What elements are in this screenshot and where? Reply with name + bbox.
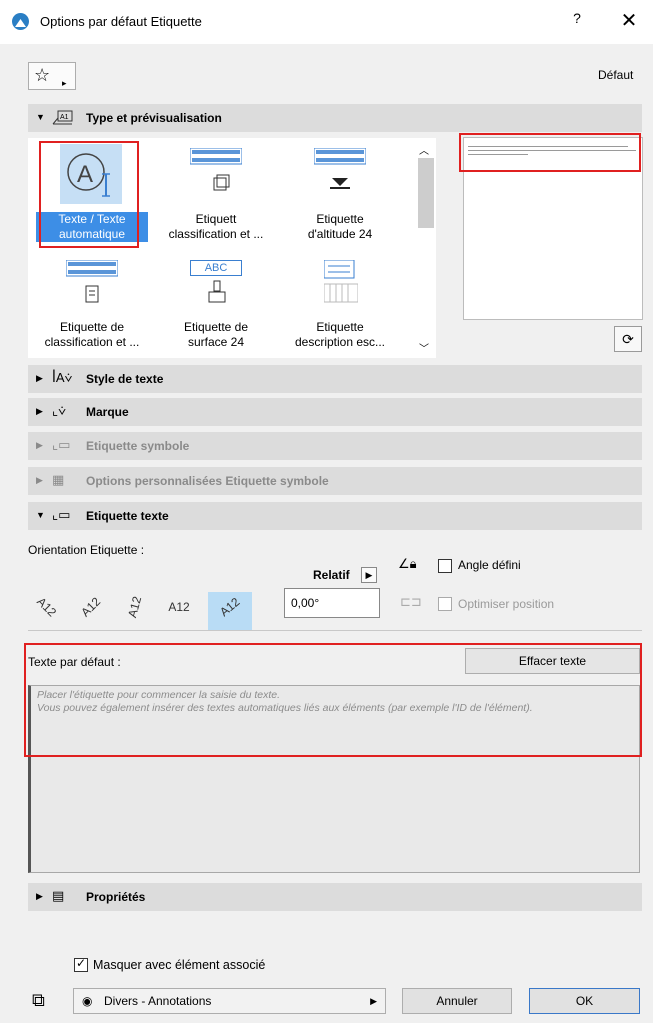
check-icon: ✓ [76,956,87,970]
gallery-item-escalier[interactable]: Etiquette description esc... [284,256,396,356]
classification-label-icon [190,148,242,191]
expand-icon: ▶ [36,891,43,901]
label-tool-icon: A1 [52,109,74,128]
section-label: Propriétés [86,890,146,904]
preset-name: Défaut [598,68,634,82]
relatif-label: Relatif [313,568,350,582]
svg-text:A1: A1 [60,114,69,121]
section-style-texte[interactable]: ▶ ꟾA⩒ Style de texte [28,365,642,393]
scroll-down-icon[interactable]: ﹀ [419,340,429,355]
optimiser-position-checkbox[interactable] [438,597,452,611]
close-button[interactable]: ✕ [614,8,644,32]
optimize-position-icon: ⊏⊐ [400,594,422,609]
gallery-item-label: description esc... [294,335,386,349]
text-style-icon: ꟾA⩒ [52,370,73,385]
brush-icon [208,280,226,303]
orientation-custom-angle-icon[interactable]: A12 [208,592,252,630]
gallery-item-label: classification et ... [168,227,264,241]
section-type-preview[interactable]: ▼ A1 Type et prévisualisation [28,104,642,132]
orientation-label: Orientation Etiquette : [28,543,145,557]
annuler-button[interactable]: Annuler [402,988,512,1014]
gallery-item-label: Etiquett [195,212,237,226]
gallery-item-altitude[interactable]: Etiquette d'altitude 24 [284,142,396,246]
layer-dropdown[interactable]: ◉ Divers - Annotations ▶ [73,988,386,1014]
gallery-item-label: Etiquette de [183,320,249,334]
orientation-horizontal-icon[interactable]: A12 [160,592,198,626]
optimiser-position-label: Optimiser position [458,597,555,611]
section-label: Etiquette symbole [86,439,190,453]
gallery-item-label: Etiquette [316,320,364,334]
section-label: Style de texte [86,372,164,386]
gallery-item-classification[interactable]: Etiquett classification et ... [160,142,272,246]
gallery-item-label: Etiquette [316,212,364,226]
layer-dropdown-value: Divers - Annotations [104,994,212,1008]
gallery-item-label: classification et ... [44,335,140,349]
masquer-checkbox[interactable]: ✓ [74,956,88,972]
orientation-vertical-icon[interactable]: A12 [116,592,154,626]
eye-icon: ◉ [82,994,93,1008]
rotate-icon: ⟳ [622,331,634,347]
rotate-preview-button[interactable]: ⟳ [614,326,642,352]
scroll-thumb[interactable] [418,158,434,228]
surface-label-icon: ABC [190,260,242,276]
section-etiquette-texte[interactable]: ▼ ⌞▭ Etiquette texte [28,502,642,530]
expand-icon: ▶ [36,406,43,416]
gallery-item-classification-2[interactable]: Etiquette de classification et ... [36,256,148,356]
angle-defini-label: Angle défini [458,558,521,572]
expand-icon: ▶ [36,475,43,485]
text-label-icon: ⌞▭ [52,507,71,522]
collapse-icon: ▼ [36,112,45,122]
divider [28,630,642,631]
section-label: Type et prévisualisation [86,111,222,125]
help-button[interactable]: ? [562,10,592,32]
selection-highlight [39,141,139,248]
orientation-rotated-neg45-icon[interactable]: A12 [72,592,110,626]
section-label: Etiquette texte [86,509,169,523]
custom-options-icon: ▦ [52,472,65,487]
classification-label-icon [66,260,118,303]
gallery-item-label: surface 24 [187,335,245,349]
expand-icon: ▶ [36,440,43,450]
properties-icon: ▤ [52,888,65,903]
gallery-item-label: d'altitude 24 [307,227,373,241]
chevron-right-icon: ▶ [370,996,377,1006]
relatif-menu-button[interactable]: ▶ [361,567,377,583]
angle-lock-icon: ∠🔒︎ [398,556,417,571]
section-label: Marque [86,405,129,419]
angle-defini-checkbox[interactable] [438,559,452,573]
window-title: Options par défaut Etiquette [40,14,202,29]
section-etiquette-symbole: ▶ ⌞▭ Etiquette symbole [28,432,642,460]
gallery-item-surface[interactable]: ABC Etiquette de surface 24 [160,256,272,356]
archicad-logo-icon [12,13,29,30]
texte-defaut-highlight [24,643,642,757]
masquer-label: Masquer avec élément associé [93,958,266,972]
section-marque[interactable]: ▶ ⌞⩒ Marque [28,398,642,426]
star-icon: ☆ [34,65,51,85]
preview-highlight [459,133,641,172]
orientation-rotated-45-icon[interactable]: A12 [28,592,66,626]
section-proprietes[interactable]: ▶ ▤ Propriétés [28,883,642,911]
favorites-button[interactable]: ☆ ▸ [28,62,76,90]
stair-label-icon [324,260,358,303]
collapse-icon: ▼ [36,510,45,520]
expand-icon: ▶ [36,373,43,383]
marker-icon: ⌞⩒ [52,403,66,418]
section-options-personnalisees: ▶ ▦ Options personnalisées Etiquette sym… [28,467,642,495]
altitude-label-icon [314,148,366,189]
scroll-up-icon[interactable]: ︿ [419,142,429,157]
gallery-item-label: Etiquette de [59,320,125,334]
layer-icon: ⧉ [32,990,45,1010]
angle-input[interactable]: 0,00° [284,588,380,618]
section-label: Options personnalisées Etiquette symbole [86,474,329,488]
dropdown-arrow-icon: ▸ [62,78,67,88]
ok-button[interactable]: OK [529,988,640,1014]
symbol-label-icon: ⌞▭ [52,437,71,452]
